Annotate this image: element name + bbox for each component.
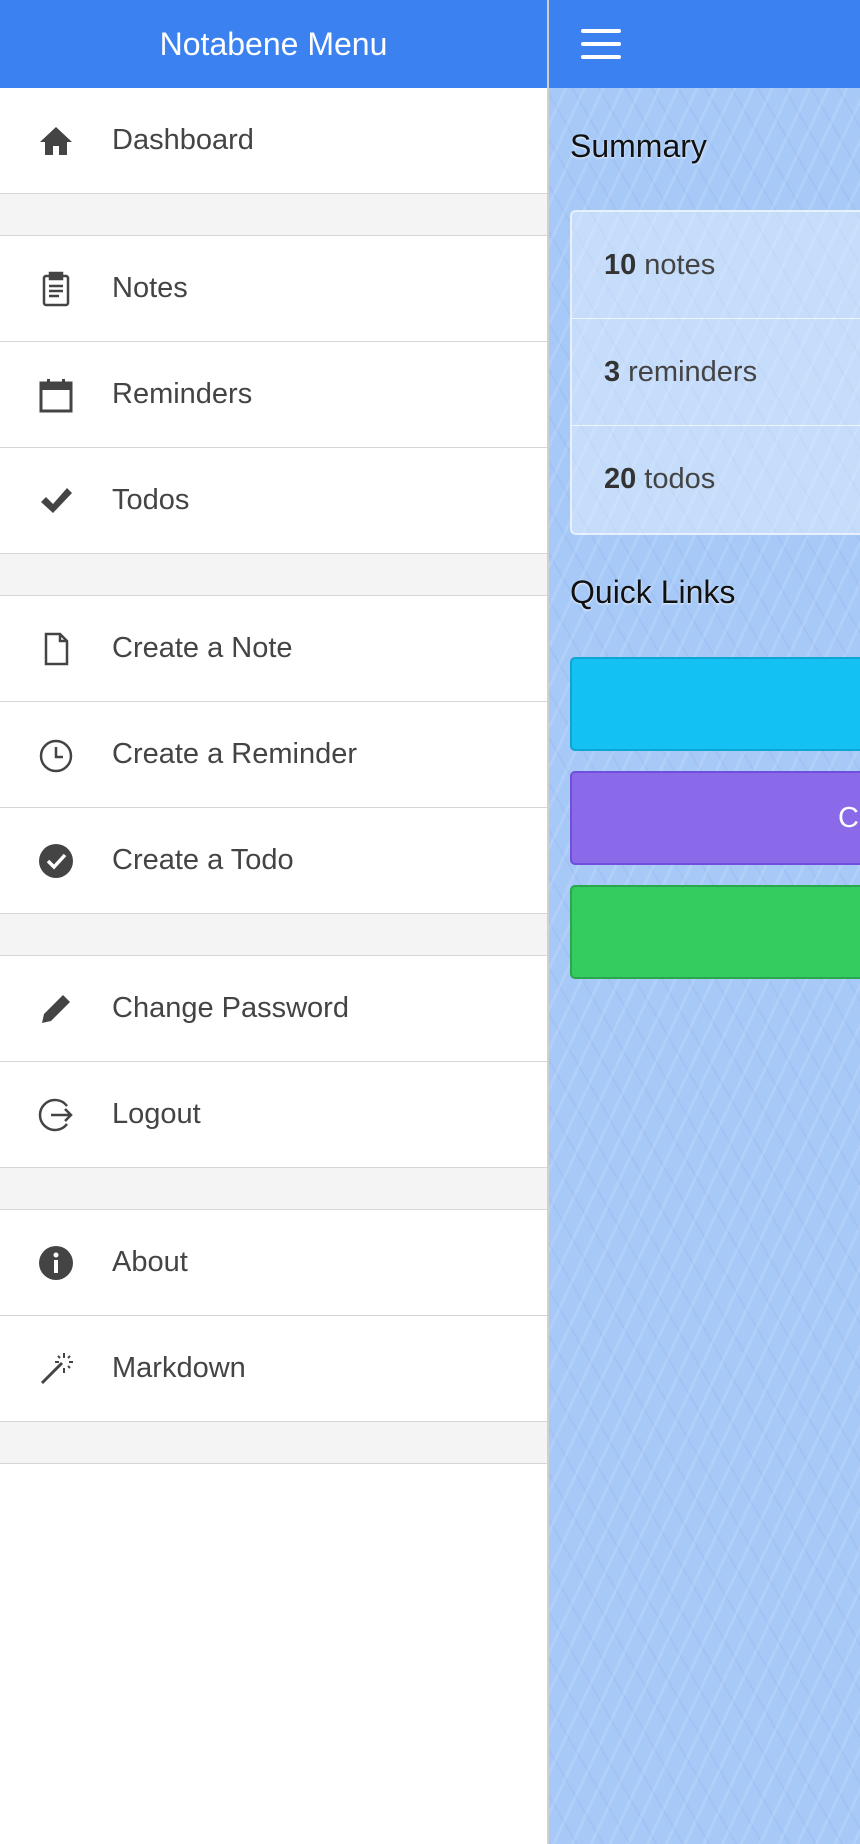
home-icon (0, 121, 112, 161)
menu-item-label: Change Password (112, 992, 349, 1024)
menu-item-create-reminder[interactable]: Create a Reminder (0, 702, 547, 808)
logout-icon (0, 1095, 112, 1135)
quick-link-button-3[interactable] (570, 885, 860, 979)
divider (0, 914, 547, 956)
file-icon (0, 629, 112, 669)
hamburger-menu-icon[interactable] (581, 29, 621, 59)
divider (0, 194, 547, 236)
count: 20 (604, 463, 637, 495)
menu-item-change-password[interactable]: Change Password (0, 956, 547, 1062)
summary-title: Summary (570, 128, 707, 164)
quick-links-title: Quick Links (570, 574, 736, 610)
menu-item-label: Notes (112, 272, 188, 304)
check-circle-icon (0, 841, 112, 881)
menu-item-create-todo[interactable]: Create a Todo (0, 808, 547, 914)
divider (0, 554, 547, 596)
menu-item-label: Logout (112, 1098, 201, 1130)
menu-item-notes[interactable]: Notes (0, 236, 547, 342)
menu-item-label: Todos (112, 484, 190, 516)
info-icon (0, 1243, 112, 1283)
summary-notes[interactable]: 10 notes (572, 212, 860, 319)
menu-item-dashboard[interactable]: Dashboard (0, 88, 547, 194)
top-bar (549, 0, 860, 88)
menu-item-about[interactable]: About (0, 1210, 547, 1316)
main-content: Summary 10 notes 3 reminders 20 todos Quick… (549, 0, 860, 1844)
menu-item-label: About (112, 1246, 188, 1278)
clipboard-icon (0, 269, 112, 309)
count: 10 (604, 248, 637, 281)
summary-list: 10 notes 3 reminders 20 todos (570, 210, 860, 535)
menu-item-logout[interactable]: Logout (0, 1062, 547, 1168)
check-icon (0, 481, 112, 521)
quick-link-button-1[interactable] (570, 657, 860, 751)
menu-item-create-note[interactable]: Create a Note (0, 596, 547, 702)
side-menu: Notabene Menu Dashboard Notes Reminders … (0, 0, 549, 1844)
menu-item-label: Create a Reminder (112, 738, 357, 770)
quick-link-button-2[interactable]: C (570, 771, 860, 865)
menu-item-markdown[interactable]: Markdown (0, 1316, 547, 1422)
summary-reminders[interactable]: 3 reminders (572, 319, 860, 426)
menu-item-label: Dashboard (112, 124, 254, 156)
divider (0, 1168, 547, 1210)
menu-title: Notabene Menu (0, 0, 547, 88)
magic-wand-icon (0, 1349, 112, 1389)
calendar-icon (0, 375, 112, 415)
pencil-icon (0, 989, 112, 1029)
count: 3 (604, 355, 621, 388)
menu-item-todos[interactable]: Todos (0, 448, 547, 554)
label: notes (644, 248, 716, 281)
menu-item-label: Markdown (112, 1352, 246, 1384)
label: todos (644, 463, 716, 495)
summary-todos[interactable]: 20 todos (572, 426, 860, 533)
menu-item-reminders[interactable]: Reminders (0, 342, 547, 448)
menu-item-label: Reminders (112, 378, 253, 410)
divider (0, 1422, 547, 1464)
menu-item-label: Create a Todo (112, 844, 294, 876)
clock-icon (0, 735, 112, 775)
menu-item-label: Create a Note (112, 632, 293, 664)
label: reminders (628, 355, 758, 388)
